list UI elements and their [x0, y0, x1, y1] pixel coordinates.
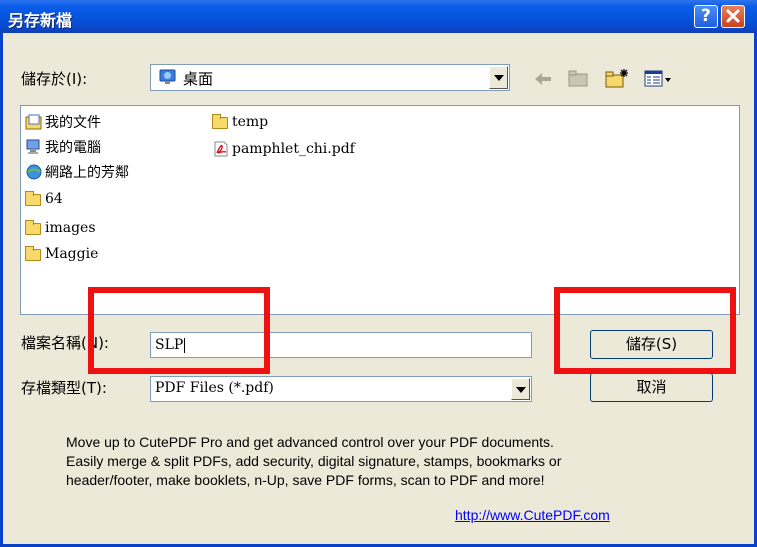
filetype-combobox[interactable]: PDF Files (*.pdf)	[150, 376, 532, 402]
filetype-value: PDF Files (*.pdf)	[155, 380, 274, 396]
folder-icon	[25, 191, 43, 207]
cutepdf-link[interactable]: http://www.CutePDF.com	[455, 507, 610, 523]
my-computer-icon	[26, 139, 40, 154]
list-item[interactable]: 網路上的芳鄰	[25, 161, 129, 183]
view-menu-icon[interactable]	[643, 67, 673, 91]
desktop-icon	[159, 69, 176, 84]
chevron-down-icon[interactable]	[489, 66, 508, 89]
save-as-dialog: 另存新檔 ? 儲存於(I): 桌面 我的文件 我的電腦 網路上的芳鄰 64 im…	[0, 0, 757, 547]
cancel-button[interactable]: 取消	[590, 373, 713, 402]
list-item[interactable]: Maggie	[25, 243, 98, 265]
list-item[interactable]: temp	[212, 111, 268, 133]
save-in-label: 儲存於(I):	[21, 70, 88, 88]
close-button[interactable]	[721, 5, 745, 28]
my-documents-icon	[25, 114, 42, 130]
list-item[interactable]: 我的電腦	[25, 136, 101, 158]
network-places-icon	[26, 164, 42, 180]
window-title: 另存新檔	[8, 11, 73, 30]
close-icon	[726, 9, 740, 23]
filename-label: 檔案名稱(N):	[21, 334, 109, 352]
pdf-file-icon	[214, 141, 228, 157]
filename-input[interactable]: SLP	[150, 332, 532, 358]
save-in-combobox[interactable]: 桌面	[150, 64, 510, 91]
file-list[interactable]: 我的文件 我的電腦 網路上的芳鄰 64 images Maggie temp p…	[20, 105, 740, 315]
list-item[interactable]: 我的文件	[25, 111, 101, 133]
list-item[interactable]: 64	[25, 188, 63, 210]
list-item[interactable]: images	[25, 217, 96, 239]
help-icon: ?	[701, 6, 711, 26]
help-button[interactable]: ?	[694, 5, 718, 28]
chevron-down-icon[interactable]	[511, 378, 530, 400]
folder-icon	[25, 246, 43, 262]
promo-text: Move up to CutePDF Pro and get advanced …	[66, 434, 562, 488]
back-arrow-icon[interactable]	[531, 67, 555, 91]
title-bar[interactable]: 另存新檔 ?	[0, 0, 757, 33]
up-folder-icon[interactable]	[566, 67, 590, 91]
new-folder-icon[interactable]	[604, 67, 630, 91]
filetype-label: 存檔類型(T):	[21, 379, 107, 397]
save-button[interactable]: 儲存(S)	[590, 330, 713, 359]
folder-icon	[212, 114, 230, 130]
list-item[interactable]: pamphlet_chi.pdf	[212, 138, 355, 160]
folder-icon	[25, 220, 43, 236]
save-in-value: 桌面	[183, 70, 214, 88]
